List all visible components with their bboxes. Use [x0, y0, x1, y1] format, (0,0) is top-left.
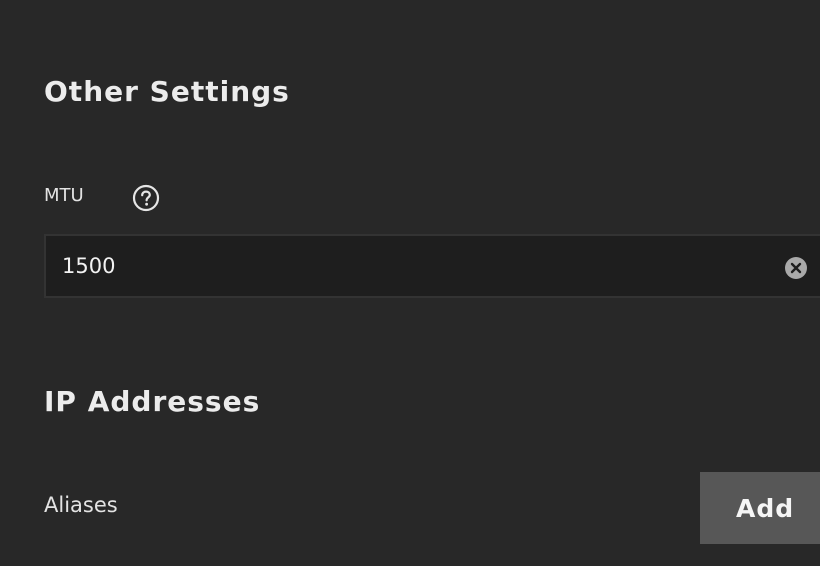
help-icon[interactable] [132, 184, 160, 212]
mtu-label: MTU [44, 185, 84, 206]
other-settings-heading: Other Settings [44, 75, 290, 108]
ip-addresses-heading: IP Addresses [44, 385, 261, 418]
network-interface-form: Other Settings MTU IP Addresses Aliases … [0, 0, 820, 566]
clear-icon[interactable] [784, 256, 808, 280]
aliases-label: Aliases [44, 493, 118, 517]
mtu-field [44, 234, 820, 298]
mtu-input[interactable] [62, 236, 762, 296]
add-alias-button[interactable]: Add [700, 472, 820, 544]
